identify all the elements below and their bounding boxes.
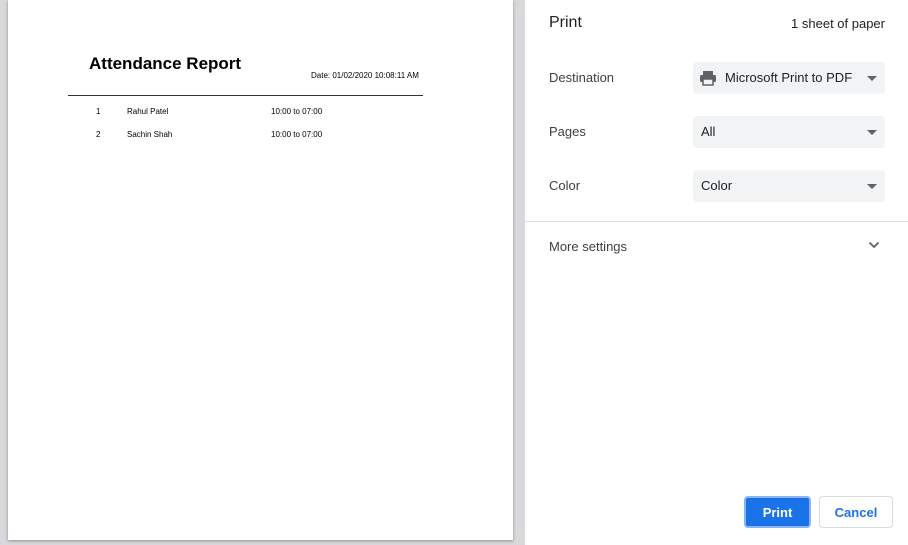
dropdown-arrow-icon [867, 76, 877, 81]
more-settings-label: More settings [549, 239, 628, 254]
color-label: Color [549, 178, 581, 193]
pages-label: Pages [549, 124, 586, 139]
more-settings-toggle[interactable]: More settings [525, 222, 908, 270]
print-title: Print [549, 14, 582, 31]
report-title: Attendance Report [89, 54, 242, 73]
row-name: Sachin Shah [127, 130, 173, 139]
row-number: 1 [96, 107, 101, 116]
print-settings-panel: Print 1 sheet of paper Destination Micro… [525, 0, 908, 545]
sheet-count: 1 sheet of paper [791, 16, 885, 31]
table-row: 2 Sachin Shah 10:00 to 07:00 [68, 130, 423, 142]
report-divider [68, 95, 423, 96]
pages-select[interactable]: All [693, 116, 885, 148]
preview-page: Attendance Report Date: 01/02/2020 10:08… [8, 0, 513, 540]
destination-value: Microsoft Print to PDF [725, 70, 853, 85]
row-name: Rahul Patel [127, 107, 169, 116]
print-preview-area: Attendance Report Date: 01/02/2020 10:08… [0, 0, 525, 545]
chevron-down-icon [868, 241, 880, 249]
report-date: Date: 01/02/2020 10:08:11 AM [311, 71, 419, 80]
table-row: 1 Rahul Patel 10:00 to 07:00 [68, 107, 423, 119]
destination-select[interactable]: Microsoft Print to PDF [693, 62, 885, 94]
printer-icon [700, 71, 716, 86]
row-number: 2 [96, 130, 101, 139]
destination-label: Destination [549, 70, 615, 85]
print-button[interactable]: Print [744, 496, 811, 528]
dropdown-arrow-icon [867, 130, 877, 135]
row-time: 10:00 to 07:00 [271, 130, 323, 139]
row-time: 10:00 to 07:00 [271, 107, 323, 116]
color-value: Color [701, 178, 733, 193]
cancel-button[interactable]: Cancel [819, 496, 893, 528]
pages-value: All [701, 124, 716, 139]
dropdown-arrow-icon [867, 184, 877, 189]
color-select[interactable]: Color [693, 170, 885, 202]
